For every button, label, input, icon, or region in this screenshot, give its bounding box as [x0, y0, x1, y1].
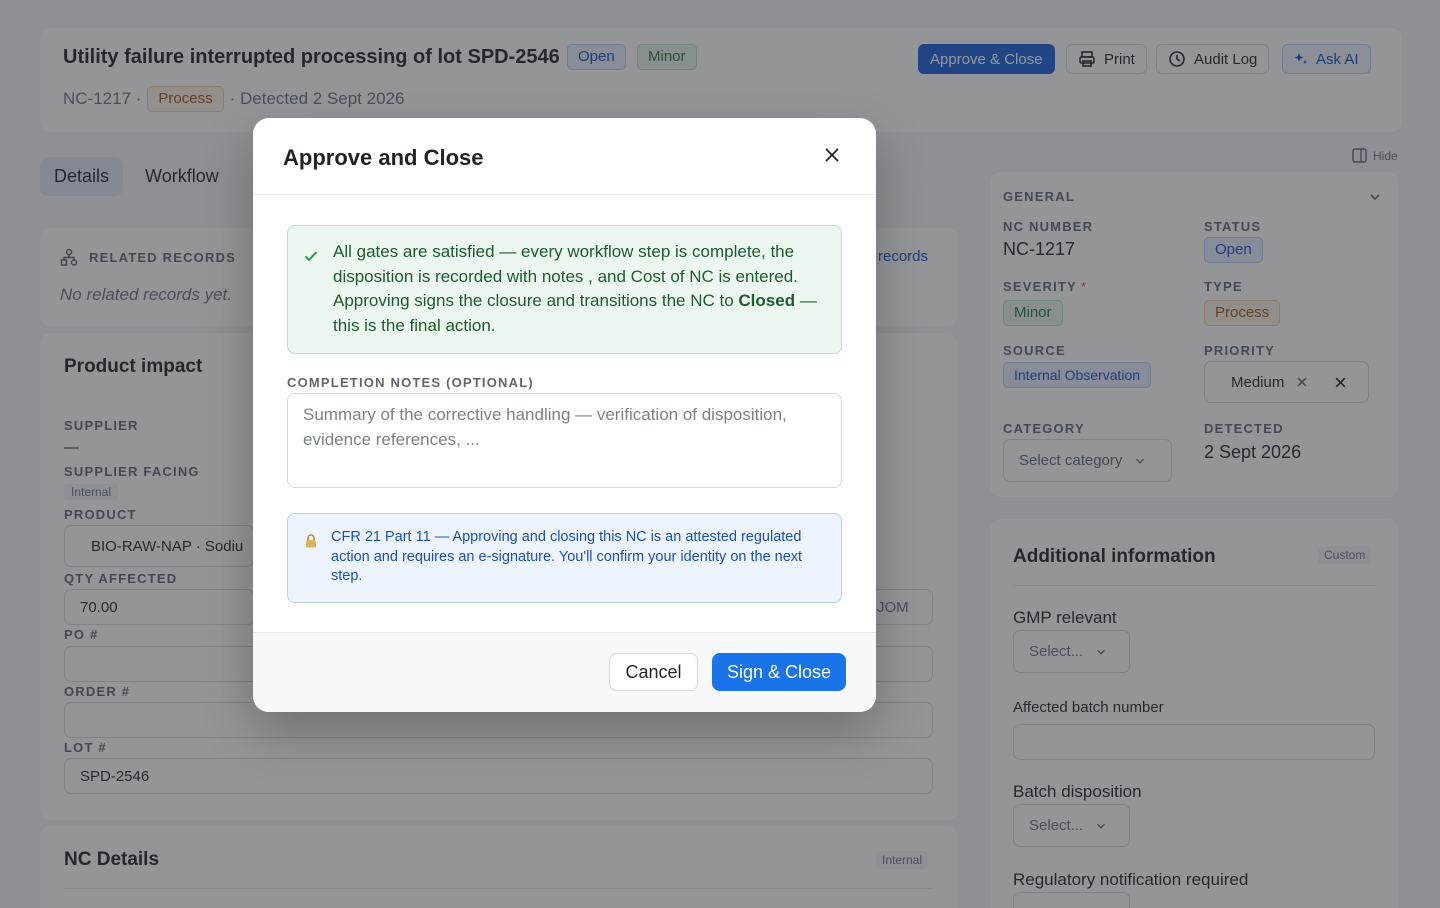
cancel-button[interactable]: Cancel	[609, 653, 698, 691]
success-message: All gates are satisfied — every workflow…	[333, 240, 823, 338]
approve-close-modal: Approve and Close All gates are satisfie…	[253, 118, 876, 712]
sign-close-button[interactable]: Sign & Close	[712, 653, 846, 691]
close-icon[interactable]	[822, 145, 842, 165]
regulation-info-text: CFR 21 Part 11 — Approving and closing t…	[331, 529, 803, 584]
success-text-pre: All gates are satisfied — every workflow…	[333, 242, 798, 310]
modal-title: Approve and Close	[283, 145, 484, 170]
notes-label: COMPLETION NOTES (OPTIONAL)	[287, 375, 534, 390]
modal-footer: Cancel Sign & Close	[253, 632, 876, 712]
success-callout: All gates are satisfied — every workflow…	[287, 225, 842, 354]
regulation-info-callout: CFR 21 Part 11 — Approving and closing t…	[287, 513, 842, 603]
completion-notes-textarea[interactable]	[287, 393, 842, 488]
success-text-bold: Closed	[738, 291, 796, 310]
check-icon	[304, 251, 318, 262]
modal-header: Approve and Close	[253, 118, 876, 195]
lock-icon	[306, 534, 316, 548]
